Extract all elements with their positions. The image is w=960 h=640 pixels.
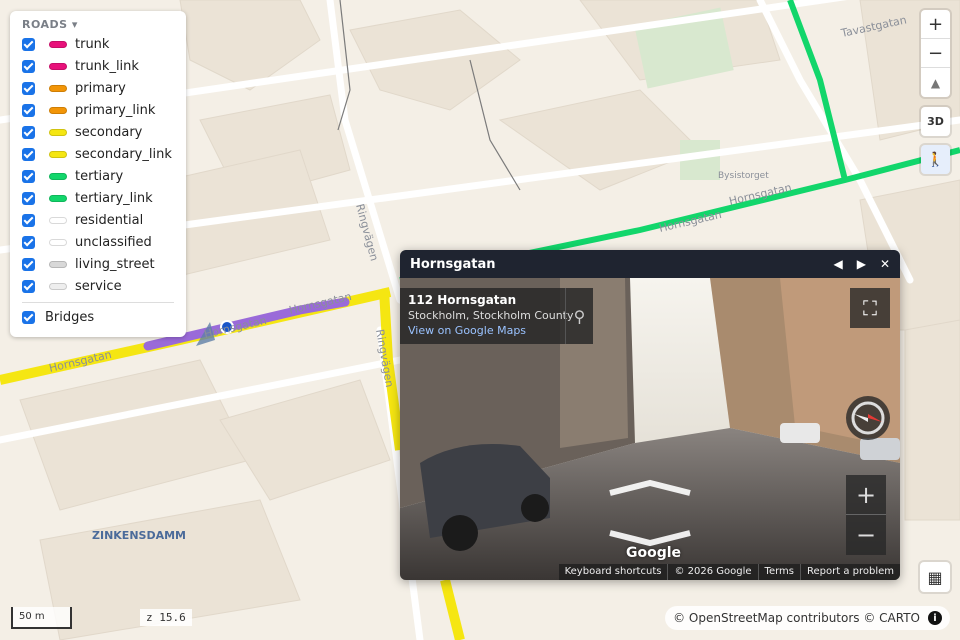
legend-swatch (49, 62, 67, 70)
legend-item-secondary-link[interactable]: secondary_link (22, 143, 174, 165)
map-pin-icon[interactable]: ⚲ (565, 288, 593, 344)
legend-item-label: primary_link (75, 102, 156, 118)
legend-checkbox[interactable] (22, 235, 35, 249)
legend-swatch (49, 84, 67, 92)
streetview-zoom-controls: + − (846, 475, 886, 555)
grid-icon[interactable]: ▦ (920, 562, 950, 592)
address-text: 112 Hornsgatan (408, 293, 517, 307)
copyright-text: © 2026 Google (667, 564, 757, 580)
legend-item-label: residential (75, 212, 144, 228)
pegman-icon[interactable]: 🚶 (921, 145, 950, 174)
legend-swatch (49, 40, 67, 48)
city-text: Stockholm, Stockholm County (408, 309, 574, 322)
compass-icon[interactable] (846, 396, 890, 440)
legend-swatch (49, 150, 67, 158)
legend-item-primary[interactable]: primary (22, 77, 174, 99)
legend-item-unclassified[interactable]: unclassified (22, 231, 174, 253)
legend-checkbox[interactable] (22, 169, 35, 183)
prev-button[interactable]: ◀ (833, 257, 842, 271)
legend-checkbox[interactable] (22, 37, 35, 51)
legend-item-label: trunk_link (75, 58, 139, 74)
legend-item-label: service (75, 278, 122, 294)
fullscreen-button[interactable]: ⛶ (850, 288, 890, 328)
legend-item-label: trunk (75, 36, 110, 52)
legend-item-service[interactable]: service (22, 275, 174, 297)
legend-checkbox[interactable] (22, 59, 35, 73)
close-button[interactable]: ✕ (880, 257, 890, 271)
three-d-button[interactable]: 3D (921, 107, 950, 136)
legend-item-label: unclassified (75, 234, 152, 250)
legend-swatch (49, 282, 67, 290)
legend-item-primary-link[interactable]: primary_link (22, 99, 174, 121)
legend-checkbox[interactable] (22, 81, 35, 95)
legend-divider (22, 302, 174, 303)
scale-bar: 50 m (11, 607, 72, 629)
legend-item-tertiary[interactable]: tertiary (22, 165, 174, 187)
pegman-control: 🚶 (921, 145, 950, 174)
legend-item-secondary[interactable]: secondary (22, 121, 174, 143)
legend-item-label: primary (75, 80, 126, 96)
attribution-text[interactable]: © OpenStreetMap contributors © CARTO (673, 611, 920, 625)
report-problem-link[interactable]: Report a problem (799, 564, 900, 580)
legend-swatch (49, 216, 67, 224)
sv-zoom-in-button[interactable]: + (846, 475, 886, 515)
legend-item-label: secondary_link (75, 146, 172, 162)
legend-checkbox[interactable] (22, 147, 35, 161)
streetview-title: Hornsgatan (410, 256, 496, 272)
terms-link[interactable]: Terms (757, 564, 800, 580)
legend-checkbox[interactable] (22, 103, 35, 117)
legend-item-label: living_street (75, 256, 155, 272)
zoom-out-button[interactable]: − (921, 39, 950, 68)
next-button[interactable]: ▶ (857, 257, 866, 271)
streetview-popup: Hornsgatan ◀ ▶ ✕ 112 Hornsgatan Stockhol… (400, 250, 900, 580)
legend-item-label: secondary (75, 124, 143, 140)
legend-checkbox[interactable] (22, 191, 35, 205)
streetview-footer: Keyboard shortcuts © 2026 Google Terms R… (558, 564, 900, 580)
legend-swatch (49, 260, 67, 268)
legend-item-tertiary-link[interactable]: tertiary_link (22, 187, 174, 209)
legend-item-residential[interactable]: residential (22, 209, 174, 231)
streetview-header: Hornsgatan ◀ ▶ ✕ (400, 250, 900, 278)
legend-item-bridges[interactable]: Bridges (22, 306, 174, 328)
legend-item-living-street[interactable]: living_street (22, 253, 174, 275)
google-logo: Google (626, 545, 682, 561)
legend-swatch (49, 238, 67, 246)
zoom-controls: + − ▲ (921, 10, 950, 97)
label-bysistorget: Bysistorget (718, 171, 769, 181)
bridges-checkbox[interactable] (22, 310, 35, 324)
compass-button[interactable]: ▲ (921, 68, 950, 97)
zoom-level-indicator: z 15.6 (140, 609, 192, 626)
legend-item-trunk[interactable]: trunk (22, 33, 174, 55)
zoom-in-button[interactable]: + (921, 10, 950, 39)
legend-item-label: tertiary_link (75, 190, 153, 206)
legend-item-trunk-link[interactable]: trunk_link (22, 55, 174, 77)
three-d-control: 3D (921, 107, 950, 136)
label-zinkensdamm: ZINKENSDAMM (92, 529, 186, 542)
legend-checkbox[interactable] (22, 257, 35, 271)
sv-zoom-out-button[interactable]: − (846, 515, 886, 555)
attribution: © OpenStreetMap contributors © CARTO i (665, 606, 950, 630)
legend-swatch (49, 128, 67, 136)
legend-checkbox[interactable] (22, 213, 35, 227)
legend-checkbox[interactable] (22, 279, 35, 293)
legend-item-label: tertiary (75, 168, 124, 184)
roads-legend: ROADS ▾ trunk trunk_linkprimary primary_li… (10, 11, 186, 337)
legend-checkbox[interactable] (22, 125, 35, 139)
legend-item-label: Bridges (45, 309, 95, 325)
legend-swatch (49, 194, 67, 202)
info-icon[interactable]: i (928, 611, 942, 625)
view-on-google-maps-link[interactable]: View on Google Maps (408, 324, 585, 337)
streetview-panorama[interactable]: 112 Hornsgatan Stockholm, Stockholm Coun… (400, 278, 900, 580)
legend-swatch (49, 106, 67, 114)
keyboard-shortcuts-link[interactable]: Keyboard shortcuts (559, 564, 668, 580)
legend-swatch (49, 172, 67, 180)
legend-title[interactable]: ROADS ▾ (22, 17, 174, 33)
